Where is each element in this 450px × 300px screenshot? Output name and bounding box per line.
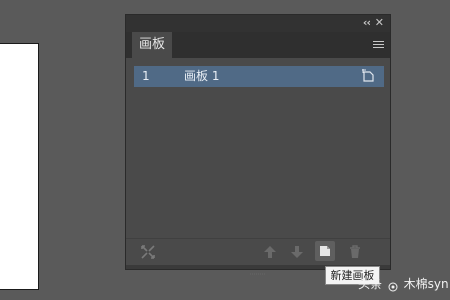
artboard-canvas[interactable] [0, 43, 39, 290]
delete-icon[interactable] [347, 244, 363, 260]
artboard-name[interactable]: 画板 1 [184, 66, 219, 87]
tab-artboards[interactable]: 画板 [132, 32, 172, 58]
panel-titlebar[interactable]: ‹‹ ✕ [126, 15, 390, 32]
new-artboard-icon [320, 246, 330, 256]
panel-footer [126, 238, 390, 275]
resize-grip-icon[interactable] [250, 261, 266, 275]
rearrange-icon[interactable] [140, 244, 156, 260]
watermark: 头条 木棉syn [358, 276, 449, 292]
collapse-panel-button[interactable]: ‹‹ [363, 16, 371, 30]
artboard-row[interactable]: 1 画板 1 [134, 66, 384, 87]
artboard-options-icon[interactable] [362, 69, 376, 83]
artboard-list: 1 画板 1 [126, 58, 390, 238]
at-icon [388, 280, 398, 291]
move-up-icon[interactable] [262, 244, 278, 260]
watermark-prefix: 头条 [358, 277, 383, 291]
new-artboard-button[interactable] [315, 241, 335, 261]
close-panel-button[interactable]: ✕ [375, 16, 384, 30]
panel-tab-row: 画板 [126, 32, 390, 58]
hamburger-menu-icon[interactable] [373, 41, 384, 50]
app-canvas: ‹‹ ✕ 画板 1 画板 1 新建画板 头条 木棉syn [0, 0, 450, 300]
artboard-index: 1 [142, 69, 150, 83]
watermark-author: 木棉syn [403, 277, 449, 291]
move-down-icon[interactable] [289, 244, 305, 260]
artboards-panel: ‹‹ ✕ 画板 1 画板 1 [125, 14, 391, 275]
